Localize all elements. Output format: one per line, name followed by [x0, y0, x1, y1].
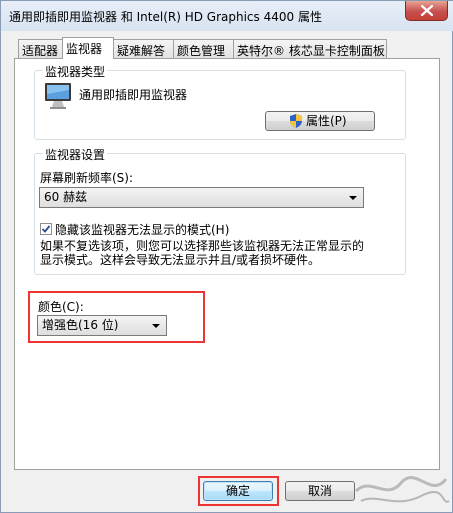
monitor-tab-panel: 监视器类型 通用即插即用监视器 属性(P) 监视器设置 屏幕刷新频率(S): 6… — [14, 58, 440, 470]
monitor-icon — [45, 83, 71, 109]
tab-adapter[interactable]: 适配器 — [18, 39, 63, 58]
refresh-rate-value: 60 赫兹 — [44, 190, 88, 204]
watermark-smudge — [354, 476, 450, 503]
hide-modes-checkbox[interactable] — [40, 223, 52, 235]
monitor-settings-group: 监视器设置 屏幕刷新频率(S): 60 赫兹 隐藏该监视器无法显示的模式(H) … — [34, 146, 406, 275]
properties-button[interactable]: 属性(P) — [265, 111, 375, 131]
tab-intel-control-panel[interactable]: 英特尔® 核芯显卡控制面板 — [233, 39, 387, 58]
tab-troubleshoot[interactable]: 疑难解答 — [113, 39, 174, 58]
refresh-rate-label: 屏幕刷新频率(S): — [40, 171, 134, 185]
window-title: 通用即插即用监视器 和 Intel(R) HD Graphics 4400 属性 — [9, 10, 322, 24]
tab-monitor[interactable]: 监视器 — [62, 37, 114, 59]
refresh-rate-select[interactable]: 60 赫兹 — [39, 187, 364, 208]
properties-window: 通用即插即用监视器 和 Intel(R) HD Graphics 4400 属性… — [0, 0, 453, 513]
close-button[interactable] — [405, 1, 448, 21]
checkmark-icon — [41, 225, 51, 233]
highlight-ok-box — [198, 476, 279, 506]
monitor-type-label: 监视器类型 — [43, 63, 108, 80]
monitor-settings-label: 监视器设置 — [43, 146, 108, 163]
monitor-name: 通用即插即用监视器 — [79, 88, 188, 102]
highlight-color-box — [28, 291, 205, 343]
tab-color-management[interactable]: 颜色管理 — [173, 39, 234, 58]
description-line-2: 显示模式。这样会导致无法显示并且/或者损坏硬件。 — [40, 253, 321, 267]
title-bar[interactable]: 通用即插即用监视器 和 Intel(R) HD Graphics 4400 属性 — [1, 1, 453, 31]
cancel-button[interactable]: 取消 — [285, 481, 355, 501]
uac-shield-icon — [290, 114, 302, 128]
properties-button-label: 属性(P) — [306, 114, 347, 128]
chevron-down-icon — [349, 196, 357, 200]
monitor-type-group: 监视器类型 通用即插即用监视器 属性(P) — [34, 63, 406, 140]
close-icon — [421, 5, 433, 16]
cancel-button-label: 取消 — [307, 484, 332, 498]
hide-modes-label[interactable]: 隐藏该监视器无法显示的模式(H) — [55, 221, 229, 238]
